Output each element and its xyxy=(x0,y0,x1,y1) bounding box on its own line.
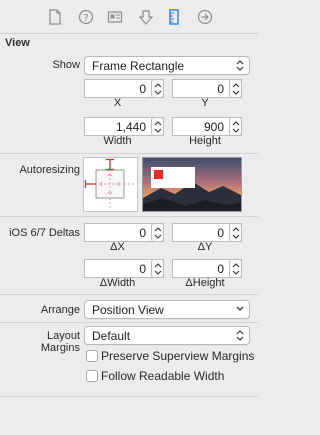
y-value: 0 xyxy=(217,82,224,96)
height-label: Height xyxy=(189,135,221,147)
delta-x-stepper[interactable] xyxy=(151,223,164,242)
separator xyxy=(0,396,258,397)
arrange-popup[interactable]: Position View xyxy=(84,300,250,319)
show-label: Show xyxy=(52,59,80,71)
show-popup-value: Frame Rectangle xyxy=(92,59,185,73)
y-label: Y xyxy=(201,97,209,109)
delta-y-stepper[interactable] xyxy=(229,223,242,242)
delta-height-value: 0 xyxy=(217,262,224,276)
follow-readable-width-checkbox[interactable] xyxy=(86,370,98,382)
delta-x-value: 0 xyxy=(139,226,146,240)
layout-margins-popup[interactable]: Default xyxy=(84,326,250,345)
delta-x-label: ΔX xyxy=(110,241,125,253)
autoresizing-label: Autoresizing xyxy=(19,164,80,176)
delta-width-stepper[interactable] xyxy=(151,259,164,278)
separator xyxy=(0,294,258,295)
height-field[interactable]: 900 xyxy=(172,117,242,136)
svg-text:?: ? xyxy=(83,13,88,24)
width-label: Width xyxy=(103,135,132,147)
layout-margins-popup-value: Default xyxy=(92,329,131,343)
show-popup[interactable]: Frame Rectangle xyxy=(84,56,250,75)
inspector-tab-bar: ? xyxy=(0,0,258,34)
height-value: 900 xyxy=(203,120,224,134)
separator xyxy=(0,322,258,323)
autoresizing-mask-control[interactable] xyxy=(83,157,138,212)
delta-y-value: 0 xyxy=(217,226,224,240)
file-icon[interactable] xyxy=(48,9,64,25)
delta-y-field[interactable]: 0 xyxy=(172,223,242,242)
help-circle-icon[interactable]: ? xyxy=(78,9,94,25)
width-field[interactable]: 1,440 xyxy=(84,117,164,136)
autoresizing-preview xyxy=(142,157,242,212)
section-title: View xyxy=(5,37,30,49)
layout-margins-label: Layout Margins xyxy=(40,330,80,354)
shield-down-icon[interactable] xyxy=(138,9,154,25)
delta-x-field[interactable]: 0 xyxy=(84,223,164,242)
height-stepper[interactable] xyxy=(229,117,242,136)
delta-width-label: ΔWidth xyxy=(99,277,136,289)
x-field[interactable]: 0 xyxy=(84,79,164,98)
preserve-superview-margins-checkbox[interactable] xyxy=(86,350,98,362)
id-card-icon[interactable] xyxy=(107,9,123,25)
arrange-label: Arrange xyxy=(40,304,80,316)
arrow-circle-icon[interactable] xyxy=(197,9,213,25)
arrange-popup-value: Position View xyxy=(92,303,164,317)
preserve-superview-margins-label: Preserve Superview Margins xyxy=(101,349,255,363)
chevron-down-icon xyxy=(236,306,244,311)
delta-height-field[interactable]: 0 xyxy=(172,259,242,278)
width-stepper[interactable] xyxy=(151,117,164,136)
x-stepper[interactable] xyxy=(151,79,164,98)
width-value: 1,440 xyxy=(115,120,146,134)
popup-arrows-icon xyxy=(236,330,244,341)
follow-readable-width-label: Follow Readable Width xyxy=(101,369,225,383)
ruler-icon[interactable] xyxy=(168,9,184,25)
popup-arrows-icon xyxy=(236,60,244,71)
y-stepper[interactable] xyxy=(229,79,242,98)
x-label: X xyxy=(113,97,122,109)
delta-y-label: ΔY xyxy=(197,241,213,253)
separator xyxy=(0,216,258,217)
delta-width-field[interactable]: 0 xyxy=(84,259,164,278)
delta-height-stepper[interactable] xyxy=(229,259,242,278)
y-field[interactable]: 0 xyxy=(172,79,242,98)
delta-width-value: 0 xyxy=(139,262,146,276)
delta-height-label: ΔHeight xyxy=(185,277,225,289)
x-value: 0 xyxy=(139,82,146,96)
deltas-label: iOS 6/7 Deltas xyxy=(9,227,80,239)
separator xyxy=(0,153,258,154)
